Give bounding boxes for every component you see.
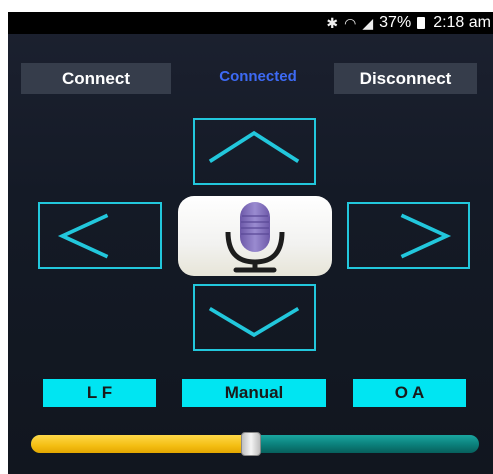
oa-mode-button[interactable]: O A bbox=[353, 379, 466, 407]
bluetooth-icon: ✱ bbox=[326, 14, 339, 31]
battery-percent: 37% bbox=[379, 14, 412, 31]
status-bar: ✱ ◠ ◢ 37% 2:18 am bbox=[8, 12, 493, 34]
manual-mode-button[interactable]: Manual bbox=[182, 379, 326, 407]
right-button[interactable] bbox=[347, 202, 470, 269]
chevron-up-icon bbox=[208, 130, 300, 163]
signal-icon: ◢ bbox=[362, 14, 374, 31]
microphone-icon bbox=[225, 202, 285, 273]
connection-status: Connected bbox=[219, 68, 297, 85]
clock: 2:18 am bbox=[433, 14, 491, 31]
chevron-down-icon bbox=[208, 306, 300, 338]
disconnect-button[interactable]: Disconnect bbox=[334, 63, 477, 94]
up-button[interactable] bbox=[193, 118, 316, 185]
lf-mode-button[interactable]: L F bbox=[43, 379, 156, 407]
chevron-right-icon bbox=[400, 213, 452, 259]
left-button[interactable] bbox=[38, 202, 162, 269]
wifi-icon: ◠ bbox=[344, 14, 357, 31]
chevron-left-icon bbox=[57, 213, 109, 259]
voice-command-button[interactable] bbox=[178, 196, 332, 276]
app-screen: ✱ ◠ ◢ 37% 2:18 am Connect Connected Disc… bbox=[8, 12, 493, 474]
connect-button[interactable]: Connect bbox=[21, 63, 171, 94]
speed-slider-fill bbox=[31, 435, 251, 453]
battery-icon bbox=[417, 17, 426, 29]
speed-slider-thumb[interactable] bbox=[241, 432, 261, 456]
down-button[interactable] bbox=[193, 284, 316, 351]
